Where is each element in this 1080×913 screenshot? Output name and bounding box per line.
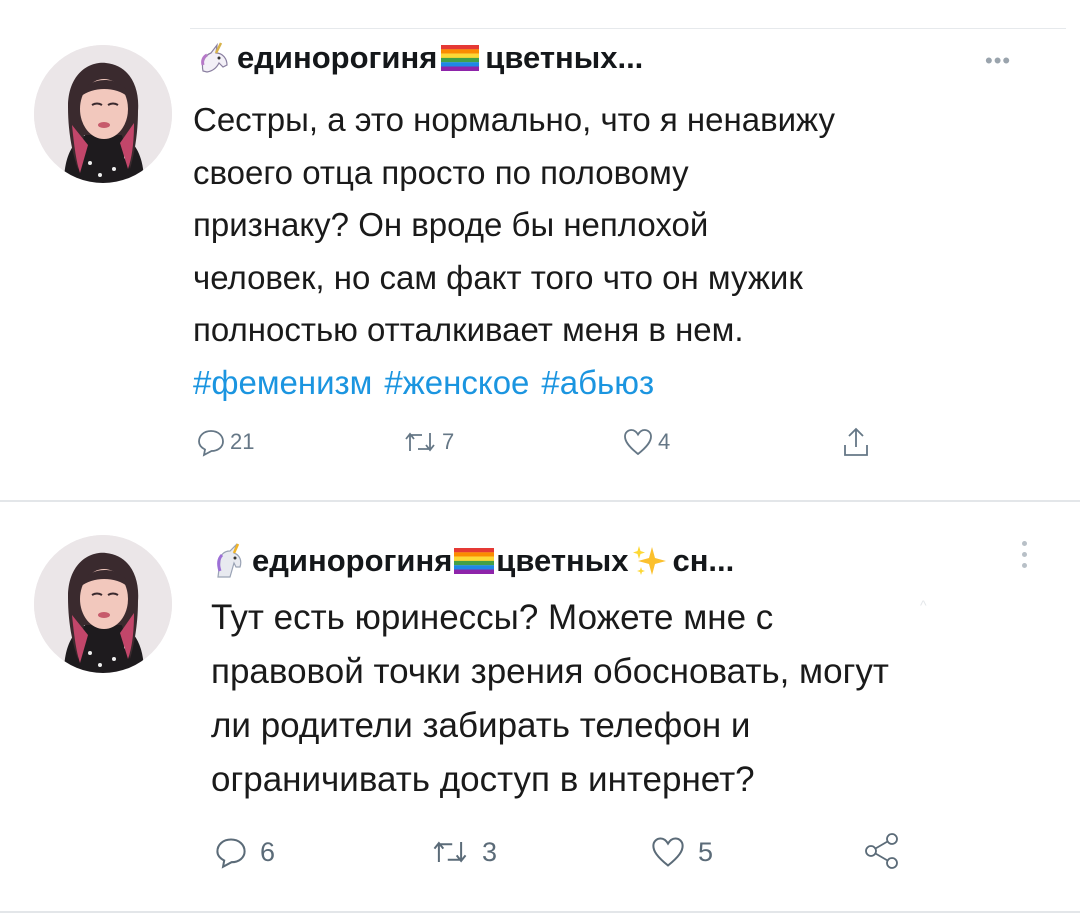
unicorn-icon [212,543,248,579]
tweet-text-line: Сестры, а это нормально, что я ненавижу [193,101,836,138]
hashtag-link[interactable]: #женское [384,364,529,401]
author-name-suffix[interactable]: цветных... [485,40,643,76]
rainbow-flag-icon [441,45,480,71]
tweet-text-line: полностью отталкивает меня в нем. [193,311,744,348]
reply-icon [196,427,230,457]
sparkles-icon [632,543,668,579]
share-icon [862,831,914,871]
tweet-text-line: ограничивать доступ в интернет? [211,760,755,799]
reply-button[interactable]: 6 [214,835,275,869]
reply-icon [214,835,260,869]
reply-button[interactable]: 21 [196,427,254,457]
tweet-text-line: признаку? Он вроде бы неплохой [193,206,709,243]
retweet-button[interactable]: 7 [402,427,454,457]
hashtags: #феменизм #женское #абьюз [193,357,835,410]
tweet-card[interactable]: единорогиня цветных сн... ^ Тут есть юри… [0,505,1080,913]
tweet-text-line: своего отца просто по половому [193,153,689,191]
tweet-text-line: Тут есть юринессы? Можете мне с [211,598,774,637]
like-icon [650,835,698,869]
more-icon[interactable] [1022,541,1028,574]
tweet-text: Тут есть юринессы? Можете мне с правовой… [211,591,889,807]
reply-count: 6 [260,836,276,867]
like-icon [622,427,658,457]
rainbow-flag-icon [454,548,495,574]
divider [0,500,1080,502]
tweet-header: единорогиня цветных... [197,40,643,76]
avatar[interactable] [34,535,172,673]
retweet-count: 7 [442,429,455,454]
divider [190,28,1066,29]
author-name[interactable]: единорогиня [237,40,437,76]
reply-count: 21 [230,429,255,454]
unicorn-icon [197,41,231,75]
retweet-count: 3 [482,836,498,867]
hashtag-link[interactable]: #абьюз [541,364,654,401]
tweet-card[interactable]: единорогиня цветных... ••• Сестры, а это… [0,0,1080,502]
more-icon[interactable]: ••• [985,48,1011,74]
like-button[interactable]: 4 [622,427,670,457]
caret-up-icon: ^ [920,597,927,613]
retweet-icon [430,835,482,869]
avatar[interactable] [34,45,172,183]
action-bar: 21 7 4 [0,427,1080,467]
author-name-mid[interactable]: цветных [496,543,628,579]
like-button[interactable]: 5 [650,835,713,869]
tweet-text-line: человек, но сам факт того что он мужик [193,258,803,296]
tweet-header: единорогиня цветных сн... [212,543,734,579]
like-count: 4 [658,429,671,454]
author-name[interactable]: единорогиня [252,543,452,579]
share-icon [840,425,876,459]
hashtag-link[interactable]: #феменизм [193,364,372,401]
action-bar: 6 3 5 [0,833,1080,875]
tweet-text-line: ли родители забирать телефон и [211,706,751,745]
retweet-icon [402,427,442,457]
author-name-suffix[interactable]: сн... [672,543,734,579]
tweet-text-line: правовой точки зрения обосновать, могут [211,652,889,691]
like-count: 5 [698,836,714,867]
share-button[interactable] [840,425,876,459]
retweet-button[interactable]: 3 [430,835,497,869]
tweet-text: Сестры, а это нормально, что я ненавижу … [193,94,835,409]
share-button[interactable] [862,831,914,871]
